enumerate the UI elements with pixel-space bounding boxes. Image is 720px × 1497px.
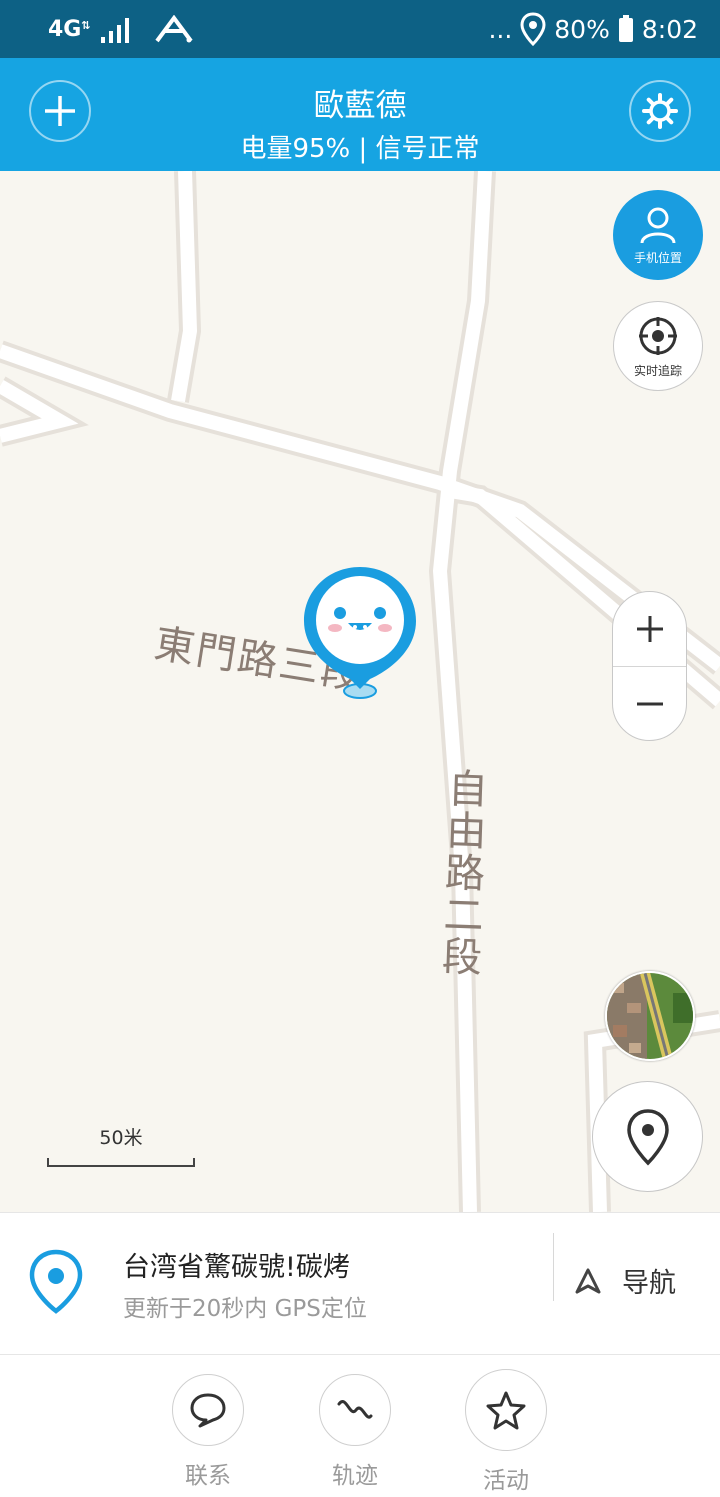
map-scale: 50米	[47, 1123, 195, 1167]
tab-activity[interactable]: 活动	[461, 1369, 551, 1495]
battery-percent: 80%	[554, 14, 610, 44]
navigation-arrow-icon	[575, 1268, 601, 1293]
location-address: 台湾省驚碳號!碳烤	[123, 1252, 350, 1283]
tab-activity-circle	[465, 1369, 547, 1451]
zoom-in-button[interactable]	[613, 592, 686, 666]
navigate-label: 导航	[622, 1268, 676, 1299]
tab-activity-label: 活动	[483, 1468, 529, 1494]
location-pin-icon	[29, 1249, 83, 1314]
phone-location-label: 手机位置	[633, 250, 682, 265]
smiley-pin-icon	[304, 567, 416, 699]
scale-bar	[47, 1158, 195, 1167]
tab-track[interactable]: 轨迹	[310, 1374, 400, 1490]
minus-icon	[636, 702, 663, 706]
device-name: 歐藍德	[313, 88, 407, 124]
tab-contact[interactable]: 联系	[163, 1374, 253, 1490]
tab-track-label: 轨迹	[332, 1463, 378, 1489]
zoom-out-button[interactable]	[613, 667, 686, 740]
satellite-thumbnail-icon	[607, 973, 693, 1059]
locate-device-button[interactable]	[592, 1081, 703, 1192]
device-status: 电量95% | 信号正常	[240, 134, 480, 164]
bottom-tab-bar: 联系 轨迹 活动	[0, 1356, 720, 1497]
plus-icon	[636, 616, 663, 642]
phone-location-button[interactable]: 手机位置	[613, 190, 703, 280]
realtime-tracking-label: 实时追踪	[633, 363, 682, 378]
signal-icon	[101, 18, 130, 43]
location-info-panel: 台湾省驚碳號!碳烤 更新于20秒内 GPS定位 导航	[0, 1212, 720, 1355]
tab-contact-label: 联系	[185, 1463, 231, 1489]
map-view[interactable]: 東門路三段 自由路二段 手机位置 实时追踪 50米	[0, 171, 720, 1212]
device-location-marker[interactable]	[302, 565, 418, 701]
app-header: 歐藍德 电量95% | 信号正常	[0, 58, 720, 171]
scale-label: 50米	[99, 1127, 143, 1149]
network-type-label: 4G	[48, 16, 82, 42]
battery-icon	[618, 15, 633, 42]
location-status-icon	[520, 12, 546, 46]
person-icon	[640, 207, 676, 243]
app-notification-icon	[155, 15, 193, 43]
navigate-button[interactable]: 导航	[574, 1261, 676, 1300]
info-divider	[553, 1233, 554, 1301]
crosshair-icon	[639, 316, 677, 355]
chat-bubble-icon	[190, 1393, 226, 1428]
map-pin-icon	[626, 1108, 669, 1165]
clock: 8:02	[641, 14, 698, 44]
realtime-tracking-button[interactable]: 实时追踪	[613, 301, 703, 391]
satellite-view-toggle[interactable]	[605, 971, 695, 1061]
road-label-ziyou: 自由路二段	[441, 766, 491, 982]
tab-track-circle	[319, 1374, 391, 1446]
tab-contact-circle	[172, 1374, 244, 1446]
zoom-control	[612, 591, 687, 741]
settings-button[interactable]	[629, 80, 691, 142]
star-icon	[486, 1391, 526, 1430]
network-type: 4G ⇅	[48, 16, 91, 42]
track-wave-icon	[337, 1400, 373, 1419]
location-update-info: 更新于20秒内 GPS定位	[123, 1296, 367, 1322]
gear-icon	[642, 93, 678, 129]
status-bar: 4G ⇅ ... 80% 8:02	[0, 0, 720, 58]
overflow-dots: ...	[488, 14, 513, 44]
